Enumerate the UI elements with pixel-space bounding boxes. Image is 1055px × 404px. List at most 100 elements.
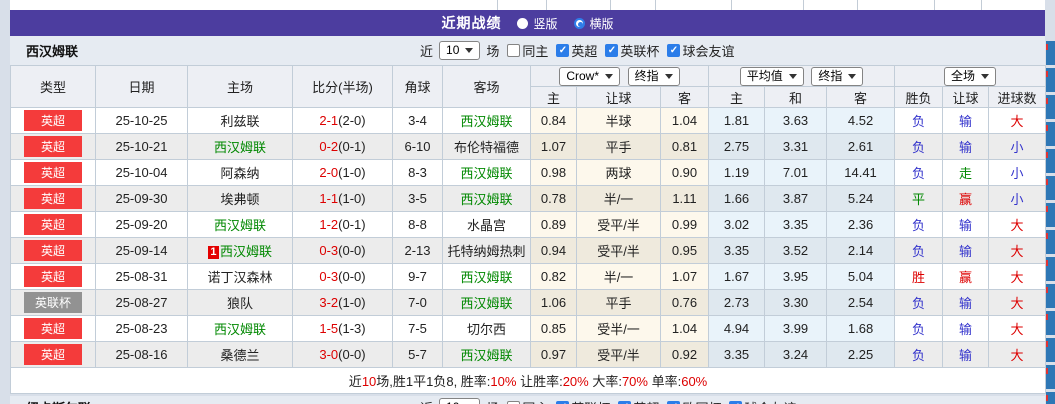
result-handicap: 输: [943, 108, 989, 134]
home-team: 西汉姆联: [188, 134, 293, 160]
sub-header-avg-draw: 和: [765, 87, 827, 108]
recent-count-select[interactable]: 10: [439, 398, 480, 404]
radio-unselected-icon[interactable]: [517, 18, 528, 29]
handicap-time-select[interactable]: 终指: [628, 67, 680, 86]
match-type: 英超: [11, 342, 96, 368]
filter-checkbox-英超[interactable]: ✓英超: [618, 398, 659, 404]
odds-company-select[interactable]: Crow*: [559, 67, 620, 86]
layout-vertical-option[interactable]: 竖版: [517, 15, 557, 32]
match-date: 25-09-20: [96, 212, 188, 238]
radio-selected-icon[interactable]: [574, 18, 585, 29]
decor-line: [655, 0, 656, 10]
average-time-select[interactable]: 终指: [811, 67, 863, 86]
filter-checkbox-英联杯[interactable]: ✓英联杯: [605, 41, 659, 60]
league-badge: 英超: [24, 136, 82, 157]
home-team-name: 诺丁汉森林: [207, 270, 272, 285]
avg-draw-odds: 3.35: [765, 212, 827, 238]
full-time-score: 2-1: [319, 113, 338, 128]
summary-row: 近10场,胜1平1负8, 胜率:10% 让胜率:20% 大率:70% 单率:60…: [11, 368, 1046, 394]
result-handicap-value: 赢: [959, 192, 972, 207]
chevron-down-icon: [665, 74, 673, 79]
sub-header-avg-away: 客: [827, 87, 895, 108]
filter-checkbox-球会友谊[interactable]: ✓球会友谊: [729, 398, 796, 404]
scope-select[interactable]: 全场: [944, 67, 996, 86]
filter-checkbox-同主[interactable]: 同主: [507, 41, 548, 60]
result-handicap-value: 输: [959, 114, 972, 129]
odds-home: 0.89: [531, 212, 577, 238]
odds-home: 1.07: [531, 134, 577, 160]
result-goals-value: 大: [1011, 348, 1024, 363]
checkbox-unchecked-icon[interactable]: [507, 44, 520, 57]
avg-home-odds: 1.67: [709, 264, 765, 290]
filter-checkbox-英超[interactable]: ✓英超: [556, 41, 597, 60]
full-time-score: 1-2: [319, 217, 338, 232]
home-team-name: 狼队: [227, 296, 253, 311]
score: 2-0(1-0): [293, 160, 393, 186]
result-goals: 小: [989, 186, 1046, 212]
filter-checkbox-英联杯[interactable]: ✓英联杯: [556, 398, 610, 404]
result-handicap-value: 赢: [959, 270, 972, 285]
home-team-name: 埃弗顿: [220, 192, 259, 207]
result-outcome: 负: [895, 342, 943, 368]
next-section-bar: 纽卡斯尔联 近10场同主✓英联杯✓英超✓欧冠杯✓球会友谊: [10, 396, 1045, 404]
checkbox-checked-icon[interactable]: ✓: [605, 44, 618, 57]
odds-home: 0.82: [531, 264, 577, 290]
summary-segment: 近: [349, 374, 362, 389]
half-time-score: (1-3): [338, 321, 365, 336]
chevron-down-icon: [981, 74, 989, 79]
filter-checkbox-球会友谊[interactable]: ✓球会友谊: [667, 41, 734, 60]
home-team-name: 西汉姆联: [214, 140, 266, 155]
result-goals: 大: [989, 342, 1046, 368]
away-team: 西汉姆联: [443, 160, 531, 186]
results-table: 类型 日期 主场 比分(半场) 角球 客场 Crow* 终指 平均值 终指: [10, 65, 1046, 394]
score: 0-3(0-0): [293, 264, 393, 290]
result-goals-value: 大: [1011, 270, 1024, 285]
col-header-date: 日期: [96, 66, 188, 108]
odds-away: 1.04: [661, 108, 709, 134]
full-time-score: 0-2: [319, 139, 338, 154]
avg-draw-odds: 3.99: [765, 316, 827, 342]
next-match-filters: 近10场同主✓英联杯✓英超✓欧冠杯✓球会友谊: [420, 398, 796, 404]
score: 1-2(0-1): [293, 212, 393, 238]
summary-segment: 70%: [622, 374, 648, 389]
match-date: 25-08-27: [96, 290, 188, 316]
corner-count: 7-5: [393, 316, 443, 342]
result-goals: 大: [989, 238, 1046, 264]
checkbox-label: 英联杯: [571, 398, 610, 404]
average-odds-select[interactable]: 平均值: [740, 67, 804, 86]
avg-away-odds: 2.14: [827, 238, 895, 264]
layout-horizontal-option[interactable]: 横版: [574, 15, 614, 32]
result-outcome-value: 负: [912, 114, 925, 129]
match-row: 英超25-08-31诺丁汉森林0-3(0-0)9-7西汉姆联0.82半/一1.0…: [11, 264, 1046, 290]
checkbox-checked-icon[interactable]: ✓: [667, 44, 680, 57]
match-row: 英超25-09-141西汉姆联0-3(0-0)2-13托特纳姆热刺0.94受平/…: [11, 238, 1046, 264]
result-handicap: 赢: [943, 186, 989, 212]
sub-header-handicap-result: 让球: [943, 87, 989, 108]
result-outcome: 负: [895, 316, 943, 342]
sub-header-odds-away: 客: [661, 87, 709, 108]
edge-strip-segment: [1046, 257, 1055, 281]
result-goals: 大: [989, 212, 1046, 238]
result-outcome: 平: [895, 186, 943, 212]
corner-count: 8-8: [393, 212, 443, 238]
odds-home: 0.85: [531, 316, 577, 342]
summary-segment: 单率:: [648, 374, 681, 389]
checkbox-checked-icon[interactable]: ✓: [556, 44, 569, 57]
result-goals-value: 小: [1011, 192, 1024, 207]
filter-checkbox-欧冠杯[interactable]: ✓欧冠杯: [667, 398, 721, 404]
match-date: 25-08-31: [96, 264, 188, 290]
score: 1-5(1-3): [293, 316, 393, 342]
filter-checkbox-同主[interactable]: 同主: [507, 398, 548, 404]
edge-strip-segment: [1046, 122, 1055, 146]
home-team-name: 阿森纳: [220, 166, 259, 181]
recent-count-select[interactable]: 10: [439, 41, 480, 60]
avg-away-odds: 2.36: [827, 212, 895, 238]
result-outcome-value: 胜: [912, 270, 925, 285]
avg-away-odds: 2.61: [827, 134, 895, 160]
summary-segment: 场,胜1平1负8, 胜率:: [376, 374, 490, 389]
chevron-down-icon: [789, 74, 797, 79]
home-team: 利兹联: [188, 108, 293, 134]
home-team-name: 西汉姆联: [214, 322, 266, 337]
result-goals: 小: [989, 160, 1046, 186]
league-badge: 英超: [24, 162, 82, 183]
